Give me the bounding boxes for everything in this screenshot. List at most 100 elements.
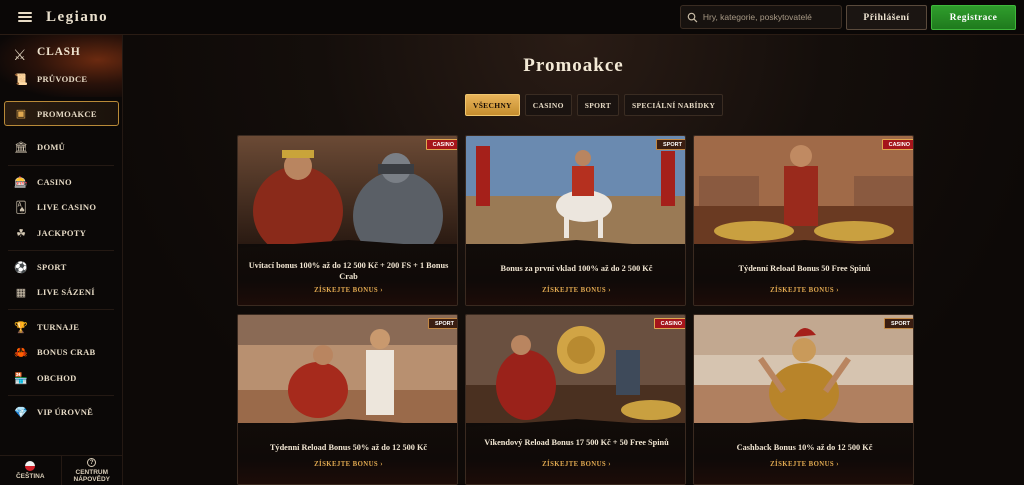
promo-image-horseman: SPORT xyxy=(466,136,685,244)
promo-image-gladiators: CASINO xyxy=(238,136,457,244)
promo-title: Uvítací bonus 100% až do 12 500 Kč + 200… xyxy=(248,261,449,281)
login-button[interactable]: Přihlášení xyxy=(846,5,927,30)
sidebar-item-guide[interactable]: 📜 PRŮVODCE xyxy=(0,67,122,91)
logo[interactable]: Legiano xyxy=(46,9,108,26)
ball-icon: ⚽ xyxy=(14,261,28,274)
promo-title: Cashback Bonus 10% až do 12 500 Kč xyxy=(736,443,873,452)
claim-bonus-label: ZÍSKEJTE BONUS xyxy=(314,287,379,294)
help-icon: ? xyxy=(87,458,97,467)
search-input[interactable] xyxy=(702,12,841,22)
sidebar-item-label: CASINO xyxy=(37,177,72,187)
temple-icon: 🏛 xyxy=(14,141,28,154)
register-button[interactable]: Registrace xyxy=(931,5,1016,30)
filter-tabs: VŠECHNY CASINO SPORT SPECIÁLNÍ NABÍDKY xyxy=(465,94,724,116)
treasure-chest-icon: ▣ xyxy=(15,108,27,120)
sidebar-item-label: LIVE CASINO xyxy=(37,202,97,212)
tab-all[interactable]: VŠECHNY xyxy=(465,94,520,116)
language-selector[interactable]: ČEŠTINA xyxy=(0,456,61,485)
sidebar-item-label: PRŮVODCE xyxy=(37,74,88,84)
sidebar: ⚔ CLASH 📜 PRŮVODCE ▣ PROMOAKCE 🏛 DOMŮ 🎰 … xyxy=(0,35,123,485)
main-content: Promoakce VŠECHNY CASINO SPORT SPECIÁLNÍ… xyxy=(123,35,1024,485)
promo-title: Víkendový Reload Bonus 17 500 Kč + 50 Fr… xyxy=(484,438,669,447)
sidebar-item-label: PROMOAKCE xyxy=(37,108,97,119)
claim-bonus-link[interactable]: ZÍSKEJTE BONUS › xyxy=(238,461,457,468)
sidebar-item-label: VIP ÚROVNĚ xyxy=(37,407,94,417)
claim-bonus-label: ZÍSKEJTE BONUS xyxy=(770,461,835,468)
sidebar-item-vip[interactable]: 💎 VIP ÚROVNĚ xyxy=(0,400,122,424)
promo-card[interactable]: SPORT Bonus za první vklad 100% až do 2 … xyxy=(465,135,686,306)
tab-casino[interactable]: CASINO xyxy=(524,94,572,116)
promo-image-golden-shield: CASINO xyxy=(466,315,685,423)
claim-bonus-link[interactable]: ZÍSKEJTE BONUS › xyxy=(694,287,913,294)
claim-bonus-link[interactable]: ZÍSKEJTE BONUS › xyxy=(466,287,685,294)
promo-card[interactable]: CASINO Víkendový Reload Bonus 17 500 Kč … xyxy=(465,314,686,485)
diamond-icon: 💎 xyxy=(14,406,28,419)
promo-card[interactable]: CASINO Týdenní Reload Bonus 50 Free Spin… xyxy=(693,135,914,306)
sidebar-item-home[interactable]: 🏛 DOMŮ xyxy=(0,135,122,159)
divider xyxy=(8,395,114,396)
trophy-icon: 🏆 xyxy=(14,321,28,334)
promo-image-laurel-crowning: SPORT xyxy=(238,315,457,423)
sidebar-item-live-casino[interactable]: 🂡 LIVE CASINO xyxy=(0,195,122,219)
clover-icon: ☘ xyxy=(16,227,26,240)
search-box[interactable] xyxy=(680,5,842,29)
search-icon xyxy=(687,12,698,22)
sport-badge: SPORT xyxy=(428,318,457,329)
promo-card-body: Bonus za první vklad 100% až do 2 500 Kč… xyxy=(466,240,685,305)
clash-label: CLASH xyxy=(37,46,81,58)
page-title: Promoakce xyxy=(523,55,624,76)
claim-bonus-label: ZÍSKEJTE BONUS xyxy=(314,461,379,468)
shop-icon: 🏪 xyxy=(14,372,28,385)
promo-image-emperor: CASINO xyxy=(694,136,913,244)
sidebar-item-live-betting[interactable]: ▦ LIVE SÁZENÍ xyxy=(0,280,122,304)
promo-title: Týdenní Reload Bonus 50 Free Spinů xyxy=(738,264,871,273)
sidebar-item-sport[interactable]: ⚽ SPORT xyxy=(0,255,122,279)
promo-card[interactable]: SPORT Cashback Bonus 10% až do 12 500 Kč… xyxy=(693,314,914,485)
crossed-swords-icon: ⚔ xyxy=(13,48,27,64)
claim-bonus-link[interactable]: ZÍSKEJTE BONUS › xyxy=(238,287,457,294)
promo-title: Bonus za první vklad 100% až do 2 500 Kč xyxy=(500,264,653,273)
sidebar-item-promotions[interactable]: ▣ PROMOAKCE xyxy=(4,101,119,126)
promo-card-body: Cashback Bonus 10% až do 12 500 Kč ZÍSKE… xyxy=(694,419,913,484)
sidebar-item-label: OBCHOD xyxy=(37,373,77,383)
sidebar-item-casino[interactable]: 🎰 CASINO xyxy=(0,170,122,194)
casino-badge: CASINO xyxy=(425,139,457,150)
sidebar-item-label: DOMŮ xyxy=(37,142,66,152)
menu-icon[interactable] xyxy=(18,12,32,22)
tab-sport[interactable]: SPORT xyxy=(576,94,620,116)
sidebar-item-label: SPORT xyxy=(37,262,67,272)
divider xyxy=(8,165,114,166)
top-bar: Legiano Přihlášení Registrace xyxy=(0,0,1024,35)
sidebar-item-label: TURNAJE xyxy=(37,322,80,332)
sidebar-item-tournaments[interactable]: 🏆 TURNAJE xyxy=(0,315,122,339)
sidebar-item-jackpots[interactable]: ☘ JACKPOTY xyxy=(0,221,122,245)
promo-card-body: Týdenní Reload Bonus 50% až do 12 500 Kč… xyxy=(238,419,457,484)
promo-card-body: Uvítací bonus 100% až do 12 500 Kč + 200… xyxy=(238,240,457,305)
slot-machine-icon: 🎰 xyxy=(14,176,28,189)
cards-icon: 🂡 xyxy=(15,201,27,214)
promo-card-body: Týdenní Reload Bonus 50 Free Spinů ZÍSKE… xyxy=(694,240,913,305)
divider xyxy=(8,309,114,310)
sport-badge: SPORT xyxy=(884,318,913,329)
language-label: ČEŠTINA xyxy=(15,473,45,480)
promo-card[interactable]: SPORT Týdenní Reload Bonus 50% až do 12 … xyxy=(237,314,458,485)
czech-flag-icon xyxy=(25,461,36,471)
claim-bonus-link[interactable]: ZÍSKEJTE BONUS › xyxy=(694,461,913,468)
scroll-icon: 📜 xyxy=(14,73,28,86)
sidebar-item-bonus-crab[interactable]: 🦀 BONUS CRAB xyxy=(0,340,122,364)
crab-icon: 🦀 xyxy=(14,346,28,359)
help-label-line2: NÁPOVĚDY xyxy=(73,476,110,483)
help-label-line1: CENTRUM xyxy=(75,469,109,476)
help-center-link[interactable]: ? CENTRUM NÁPOVĚDY xyxy=(60,456,123,485)
sidebar-footer: ČEŠTINA ? CENTRUM NÁPOVĚDY xyxy=(0,455,122,485)
claim-bonus-link[interactable]: ZÍSKEJTE BONUS › xyxy=(466,461,685,468)
casino-badge: CASINO xyxy=(653,318,685,329)
promo-image-arena-champion: SPORT xyxy=(694,315,913,423)
tab-special-offers[interactable]: SPECIÁLNÍ NABÍDKY xyxy=(624,94,724,116)
promo-card[interactable]: CASINO Uvítací bonus 100% až do 12 500 K… xyxy=(237,135,458,306)
claim-bonus-label: ZÍSKEJTE BONUS xyxy=(770,287,835,294)
promo-card-body: Víkendový Reload Bonus 17 500 Kč + 50 Fr… xyxy=(466,419,685,484)
sidebar-item-label: JACKPOTY xyxy=(37,228,87,238)
sidebar-item-shop[interactable]: 🏪 OBCHOD xyxy=(0,366,122,390)
sport-badge: SPORT xyxy=(656,139,685,150)
